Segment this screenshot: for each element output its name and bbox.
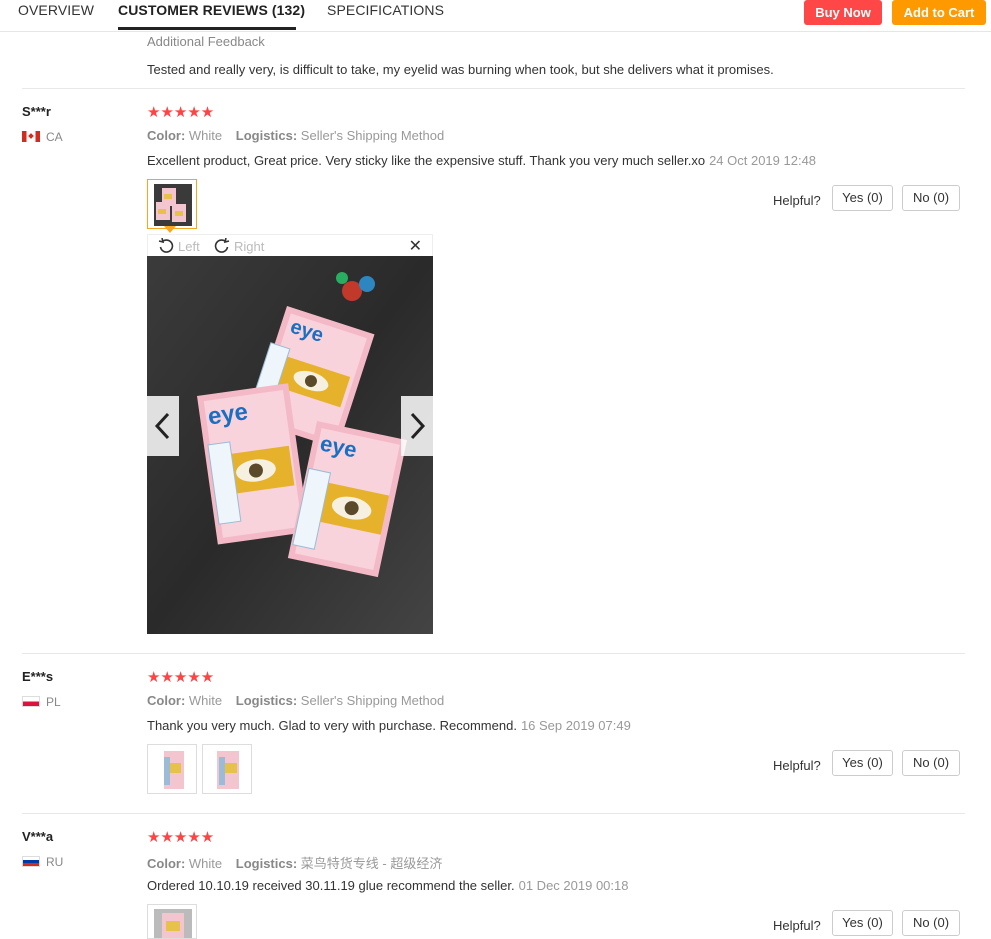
helpful-yes-button[interactable]: Yes (0) — [832, 910, 893, 936]
helpful-label: Helpful? — [773, 758, 821, 773]
color-value: White — [188, 693, 223, 708]
poland-flag-icon — [22, 696, 40, 707]
helpful-no-button[interactable]: No (0) — [902, 185, 960, 211]
review-photo-large: eye eye eye — [147, 256, 433, 634]
logistics-label: Logistics: — [235, 693, 298, 708]
review-text: Ordered 10.10.19 received 30.11.19 glue … — [147, 878, 628, 893]
review-divider — [22, 88, 965, 89]
product-tab-bar: OVERVIEW CUSTOMER REVIEWS (132) SPECIFIC… — [0, 0, 991, 32]
rotate-left-button[interactable]: Left — [158, 237, 200, 254]
country-code: PL — [46, 695, 61, 709]
reviewer-country: RU — [22, 855, 63, 869]
eyelash-glue-photo-icon — [154, 909, 192, 938]
star-rating: ★★★★★ — [147, 669, 215, 686]
review-text: Thank you very much. Glad to very with p… — [147, 718, 631, 733]
rotate-left-label: Left — [178, 239, 200, 254]
reviewer-name: V***a — [22, 829, 54, 844]
tab-overview[interactable]: OVERVIEW — [18, 2, 94, 18]
helpful-no-button[interactable]: No (0) — [902, 750, 960, 776]
rotate-right-icon — [214, 237, 230, 253]
star-rating: ★★★★★ — [147, 829, 215, 846]
image-viewer-toolbar: Left Right ✕ — [147, 234, 433, 256]
reviewer-name: S***r — [22, 104, 51, 119]
reviewer-country: CA — [22, 130, 63, 144]
next-image-button[interactable] — [401, 396, 433, 456]
review-body: Excellent product, Great price. Very sti… — [147, 153, 706, 168]
rotate-left-icon — [158, 237, 174, 253]
review-divider — [22, 813, 965, 814]
helpful-label: Helpful? — [773, 918, 821, 933]
helpful-yes-button[interactable]: Yes (0) — [832, 750, 893, 776]
color-label: Color: — [147, 856, 186, 871]
review-date: 01 Dec 2019 00:18 — [518, 878, 629, 893]
star-rating: ★★★★★ — [147, 104, 215, 121]
rotate-right-label: Right — [234, 239, 265, 254]
helpful-yes-button[interactable]: Yes (0) — [832, 185, 893, 211]
review-date: 24 Oct 2019 12:48 — [709, 153, 817, 168]
previous-image-button[interactable] — [147, 396, 179, 456]
buy-now-button[interactable]: Buy Now — [804, 0, 882, 25]
helpful-no-button[interactable]: No (0) — [902, 910, 960, 936]
chevron-left-icon — [154, 412, 170, 440]
logistics-label: Logistics: — [235, 856, 298, 871]
review-meta: Color: White Logistics: 菜鸟特货专线 - 超级经济 — [147, 853, 442, 872]
eyelash-glue-photo-icon — [154, 184, 192, 226]
eyelash-glue-photo-icon — [209, 749, 247, 791]
logistics-label: Logistics: — [235, 128, 298, 143]
review-text: Excellent product, Great price. Very sti… — [147, 153, 816, 168]
review-meta: Color: White Logistics: Seller's Shippin… — [147, 128, 444, 143]
svg-text:eye: eye — [206, 398, 249, 430]
color-label: Color: — [147, 693, 186, 708]
tab-customer-reviews[interactable]: CUSTOMER REVIEWS (132) — [118, 2, 305, 18]
review-photo-thumbnail[interactable] — [147, 904, 197, 939]
eyelash-glue-packages-image: eye eye eye — [147, 256, 433, 634]
color-value: White — [188, 128, 223, 143]
review-photo-thumbnail[interactable] — [147, 744, 197, 794]
add-to-cart-button[interactable]: Add to Cart — [892, 0, 986, 25]
logistics-value: 菜鸟特货专线 - 超级经济 — [300, 856, 443, 871]
country-code: RU — [46, 855, 64, 869]
logistics-value: Seller's Shipping Method — [300, 128, 445, 143]
selected-thumbnail-pointer — [164, 226, 176, 233]
color-label: Color: — [147, 128, 186, 143]
review-body: Ordered 10.10.19 received 30.11.19 glue … — [147, 878, 515, 893]
active-tab-indicator — [118, 27, 296, 30]
russia-flag-icon — [22, 856, 40, 867]
eyelash-glue-photo-icon — [154, 749, 192, 791]
country-code: CA — [46, 130, 63, 144]
rotate-right-button[interactable]: Right — [214, 237, 265, 254]
review-photo-thumbnail[interactable] — [147, 179, 197, 229]
logistics-value: Seller's Shipping Method — [300, 693, 445, 708]
review-meta: Color: White Logistics: Seller's Shippin… — [147, 693, 444, 708]
close-viewer-icon[interactable]: ✕ — [409, 236, 422, 256]
additional-feedback-title: Additional Feedback — [147, 34, 265, 49]
review-body: Thank you very much. Glad to very with p… — [147, 718, 517, 733]
reviewer-country: PL — [22, 695, 61, 709]
reviewer-name: E***s — [22, 669, 54, 684]
color-value: White — [188, 856, 223, 871]
canada-flag-icon — [22, 131, 40, 142]
helpful-label: Helpful? — [773, 193, 821, 208]
tab-specifications[interactable]: SPECIFICATIONS — [327, 2, 444, 18]
review-date: 16 Sep 2019 07:49 — [520, 718, 631, 733]
additional-feedback-text: Tested and really very, is difficult to … — [147, 62, 774, 77]
review-photo-thumbnail[interactable] — [202, 744, 252, 794]
review-divider — [22, 653, 965, 654]
chevron-right-icon — [410, 412, 426, 440]
